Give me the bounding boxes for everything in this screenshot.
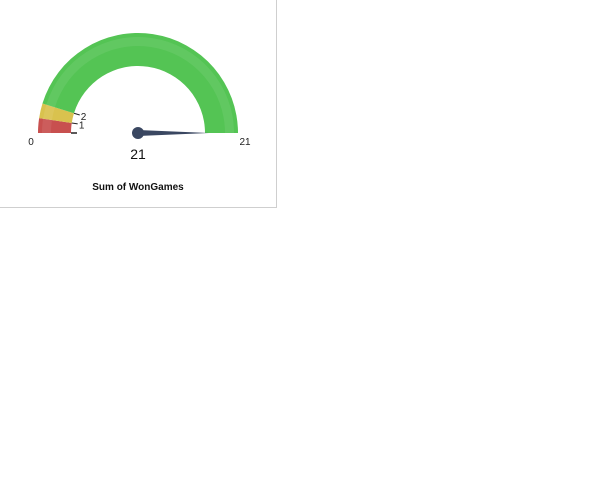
gauge-title: Sum of WonGames: [92, 182, 184, 193]
gauge-band-label-1: 2: [81, 112, 87, 123]
gauge-max-label: 21: [239, 137, 251, 148]
gauge-min-label: 0: [28, 137, 34, 148]
gauge-value-label: 21: [130, 146, 146, 162]
gauge-needle: [138, 130, 209, 136]
gauge-band-highlight-0: [42, 118, 52, 133]
gauge-needle-hub: [132, 127, 144, 139]
gauge-chart: 12 0 21 21 Sum of WonGames: [28, 33, 251, 193]
gauge-band-tick-1: [73, 112, 80, 116]
gauge-card: 12 0 21 21 Sum of WonGames: [0, 0, 277, 208]
gauge-band-tick-0: [71, 122, 78, 125]
